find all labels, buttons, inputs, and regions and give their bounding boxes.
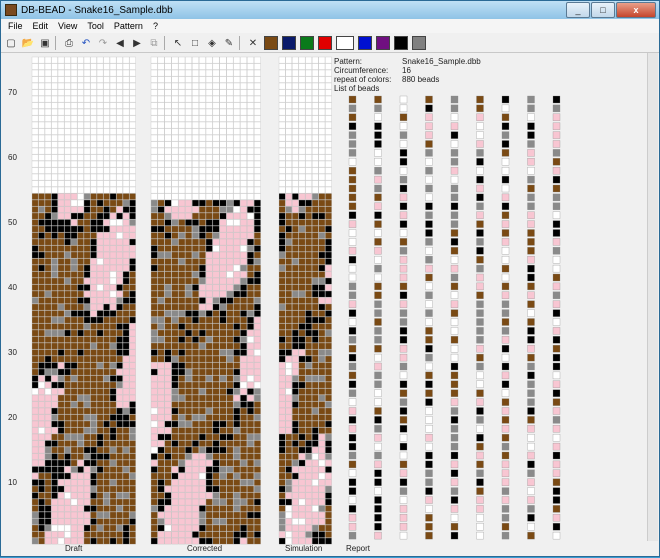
draft-grid[interactable]	[31, 56, 136, 545]
bead-list	[348, 95, 561, 540]
corrected-label: Corrected	[187, 544, 223, 553]
repeat-value: 880 beads	[402, 75, 440, 84]
pattern-value: Snake16_Sample.dbb	[402, 57, 481, 66]
circumference-label: Circumference:	[334, 66, 389, 75]
circumference-value: 16	[402, 66, 411, 75]
repeat-label: repeat of colors:	[334, 75, 392, 84]
draft-label: Draft	[65, 544, 83, 553]
corrected-grid[interactable]	[150, 56, 261, 545]
pattern-label: Pattern:	[334, 57, 363, 66]
bead-list-label: List of beads	[334, 84, 380, 93]
report-panel: Pattern: Snake16_Sample.dbb Circumference…	[334, 57, 574, 93]
vertical-scrollbar[interactable]	[647, 53, 658, 541]
report-label: Report	[346, 544, 371, 553]
simulation-grid[interactable]	[278, 56, 332, 545]
app-window: DB-BEAD - Snake16_Sample.dbb _ □ x File …	[0, 0, 660, 557]
simulation-label: Simulation	[285, 544, 323, 553]
